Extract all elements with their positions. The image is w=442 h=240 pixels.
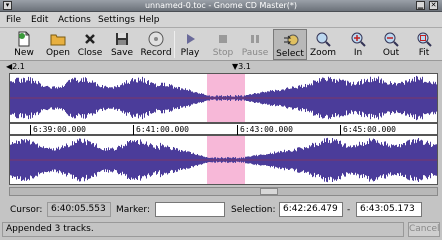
time-ruler[interactable]: 6:39:00.000 6:41:00.000 6:43:00.000 6:45… xyxy=(9,123,438,135)
status-message: Appended 3 tracks. xyxy=(2,222,404,237)
stop-icon xyxy=(219,35,227,43)
scrollbar-thumb[interactable] xyxy=(260,188,278,195)
floppy-disk-icon xyxy=(116,33,128,45)
magnifier-icon xyxy=(316,32,331,47)
save-button[interactable]: Save xyxy=(105,29,139,60)
ruler-tick: 6:41:00.000 xyxy=(133,125,189,135)
waveform-right-channel[interactable] xyxy=(9,135,438,185)
toolbar: New Open Close Save Record Play Stop Pau… xyxy=(0,28,442,61)
close-x-icon xyxy=(85,34,95,44)
select-cd-icon xyxy=(284,34,299,46)
selection-separator: - xyxy=(347,205,351,215)
status-bar: Appended 3 tracks. Cancel xyxy=(0,220,442,240)
menu-help[interactable]: Help xyxy=(139,14,160,26)
close-window-icon[interactable]: ✕ xyxy=(429,1,438,10)
window-menu-icon[interactable]: ▾ xyxy=(3,1,12,10)
position-status-row: Cursor: 6:40:05.553 Marker: Selection: 6… xyxy=(0,200,442,220)
cd-disc-icon xyxy=(148,31,164,47)
zoom-in-icon xyxy=(351,32,366,47)
menu-file[interactable]: File xyxy=(6,14,21,26)
marker-2-1[interactable]: ◀2.1 xyxy=(6,62,25,72)
title-bar[interactable]: ▾ unnamed-0.toc - Gnome CD Master(*) ▁ ✕ xyxy=(0,0,442,12)
window-title: unnamed-0.toc - Gnome CD Master(*) xyxy=(144,1,298,10)
new-document-icon xyxy=(18,31,30,47)
marker-bar[interactable]: ◀2.1 ▼3.1 xyxy=(2,62,438,73)
cursor-label: Cursor: xyxy=(10,205,43,215)
ruler-tick: 6:43:00.000 xyxy=(237,125,293,135)
minimize-icon[interactable]: ▁ xyxy=(416,1,425,10)
ruler-tick: 6:45:00.000 xyxy=(340,125,396,135)
selection-label: Selection: xyxy=(231,205,276,215)
play-icon xyxy=(187,34,195,44)
waveform-left-channel[interactable] xyxy=(9,73,438,123)
marker-field[interactable] xyxy=(155,202,225,217)
menu-actions[interactable]: Actions xyxy=(58,14,91,26)
selection-end-field[interactable]: 6:43:05.173 xyxy=(356,202,422,217)
marker-3-1[interactable]: ▼3.1 xyxy=(232,62,251,72)
new-button[interactable]: New xyxy=(7,29,41,60)
menu-edit[interactable]: Edit xyxy=(31,14,48,26)
zoom-fit-icon xyxy=(417,32,432,47)
folder-open-icon xyxy=(50,34,66,46)
pause-button[interactable]: Pause xyxy=(238,29,272,60)
waveform-plot xyxy=(10,136,437,184)
horizontal-scrollbar[interactable] xyxy=(9,187,438,196)
marker-label: Marker: xyxy=(116,205,150,215)
zoom-button[interactable]: Zoom xyxy=(306,29,340,60)
menu-bar: File Edit Actions Settings Help xyxy=(0,12,442,28)
cursor-field: 6:40:05.553 xyxy=(47,202,111,217)
selection-start-field[interactable]: 6:42:26.479 xyxy=(279,202,343,217)
cancel-button[interactable]: Cancel xyxy=(408,222,440,237)
ruler-tick: 6:39:00.000 xyxy=(30,125,86,135)
record-button[interactable]: Record xyxy=(139,29,173,60)
waveform-plot xyxy=(10,74,437,122)
zoom-out-icon xyxy=(384,32,399,47)
menu-settings[interactable]: Settings xyxy=(98,14,135,26)
pause-icon xyxy=(251,35,259,43)
zoom-fit-button[interactable]: Fit xyxy=(407,29,441,60)
